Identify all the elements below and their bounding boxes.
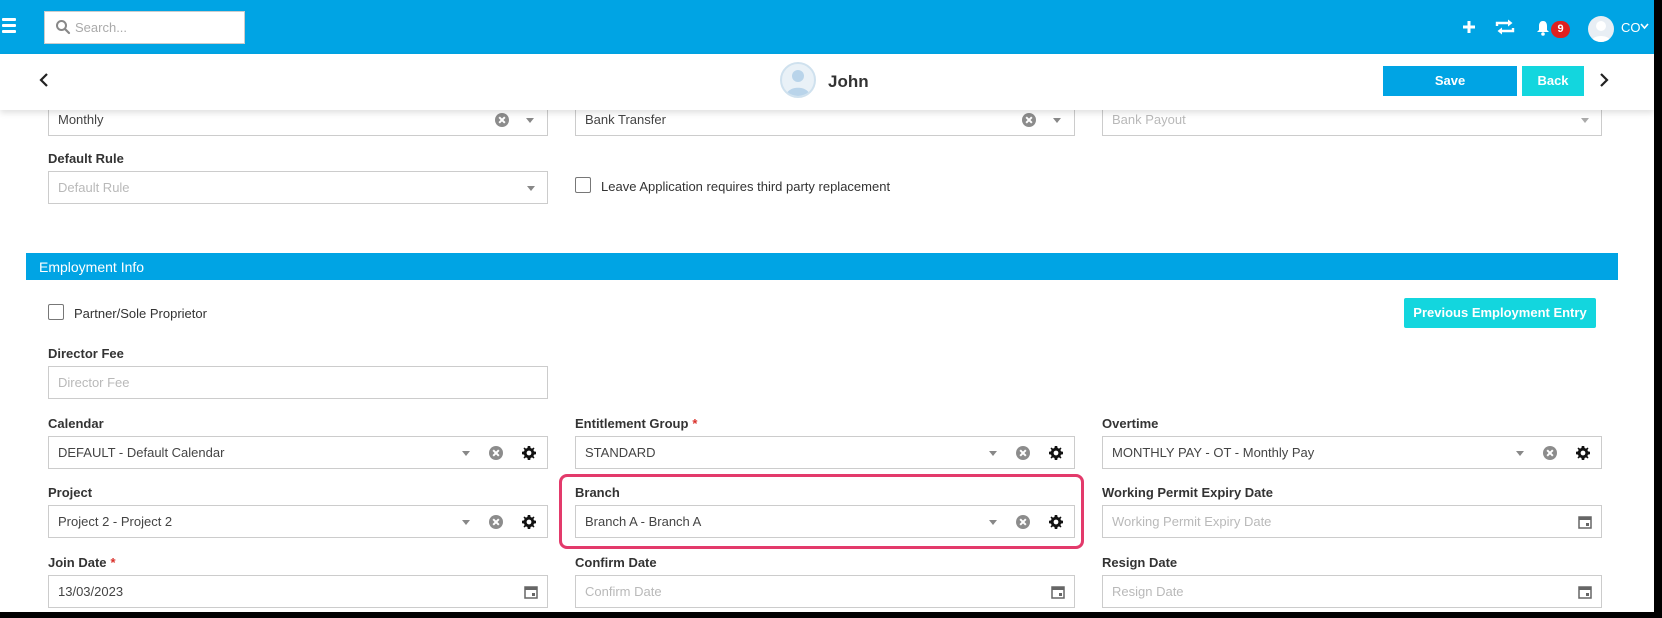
permit-expiry-input[interactable] — [1103, 506, 1601, 537]
project-select[interactable]: Project 2 - Project 2 — [48, 505, 548, 538]
calendar-select[interactable]: DEFAULT - Default Calendar — [48, 436, 548, 469]
overtime-value: MONTHLY PAY - OT - Monthly Pay — [1112, 445, 1315, 460]
chevron-down-icon[interactable] — [1581, 118, 1589, 123]
user-initials[interactable]: CO — [1621, 20, 1641, 35]
chevron-left-icon[interactable] — [38, 72, 50, 88]
save-button[interactable]: Save — [1383, 66, 1517, 96]
clear-icon[interactable] — [489, 515, 503, 529]
join-date-field[interactable]: 13/03/2023 — [48, 575, 548, 608]
project-label: Project — [48, 485, 93, 500]
chevron-down-icon[interactable] — [462, 520, 470, 525]
calendar-label: Calendar — [48, 416, 104, 431]
page-title: John — [828, 72, 869, 91]
calendar-icon[interactable] — [1578, 515, 1592, 529]
clear-icon[interactable] — [1022, 113, 1036, 127]
chevron-down-icon[interactable] — [1053, 118, 1061, 123]
gear-icon[interactable] — [521, 514, 537, 530]
calendar-icon[interactable] — [1051, 585, 1065, 599]
gear-icon[interactable] — [521, 445, 537, 461]
pay-frequency-value: Monthly — [58, 112, 104, 127]
payment-method-value: Bank Transfer — [585, 112, 666, 127]
required-marker: * — [110, 555, 116, 570]
back-button[interactable]: Back — [1522, 66, 1584, 96]
previous-employment-entry-button[interactable]: Previous Employment Entry — [1404, 298, 1596, 328]
director-fee-input[interactable] — [49, 367, 547, 398]
leave-replacement-label: Leave Application requires third party r… — [601, 179, 891, 194]
confirm-date-field[interactable] — [575, 575, 1075, 608]
confirm-date-input[interactable] — [576, 576, 1074, 607]
gear-icon[interactable] — [1575, 445, 1591, 461]
clear-icon[interactable] — [489, 446, 503, 460]
swap-icon[interactable] — [1494, 18, 1516, 36]
chevron-down-icon[interactable] — [526, 118, 534, 123]
required-marker: * — [692, 416, 698, 431]
join-date-value: 13/03/2023 — [58, 584, 124, 599]
default-rule-label: Default Rule — [48, 151, 124, 166]
partner-label: Partner/Sole Proprietor — [74, 306, 207, 321]
join-date-label: Join Date * — [48, 555, 116, 570]
gear-icon[interactable] — [1048, 445, 1064, 461]
record-header: John Save Back — [0, 54, 1654, 110]
entitlement-group-label: Entitlement Group * — [575, 416, 697, 431]
chevron-down-icon[interactable] — [462, 451, 470, 456]
app-window: 9 CO John Save Back — [0, 0, 1654, 612]
plus-icon[interactable] — [1463, 21, 1475, 33]
default-rule-select[interactable]: Default Rule — [48, 171, 548, 204]
top-bar: 9 CO — [0, 0, 1654, 54]
search-icon — [56, 20, 71, 35]
calendar-icon[interactable] — [1578, 585, 1592, 599]
section-title: Employment Info — [39, 259, 145, 275]
resign-date-field[interactable] — [1102, 575, 1602, 608]
director-fee-label: Director Fee — [48, 346, 124, 361]
chevron-right-icon[interactable] — [1598, 72, 1610, 88]
chevron-down-icon[interactable] — [527, 186, 535, 191]
bank-payout-placeholder: Bank Payout — [1112, 112, 1186, 127]
chevron-down-icon[interactable] — [1640, 22, 1649, 30]
employment-info-section-header[interactable]: Employment Info — [26, 253, 1618, 280]
branch-highlight-box — [559, 474, 1084, 549]
bell-icon[interactable] — [1536, 20, 1550, 36]
confirm-date-label: Confirm Date — [575, 555, 657, 570]
leave-replacement-checkbox[interactable] — [575, 177, 591, 193]
search-box[interactable] — [44, 11, 245, 44]
director-fee-field[interactable] — [48, 366, 548, 399]
notification-badge: 9 — [1551, 21, 1570, 38]
project-value: Project 2 - Project 2 — [58, 514, 173, 529]
avatar-icon — [786, 70, 810, 96]
entitlement-group-select[interactable]: STANDARD — [575, 436, 1075, 469]
user-avatar[interactable] — [1588, 16, 1614, 42]
search-input[interactable] — [75, 12, 240, 43]
clear-icon[interactable] — [1016, 446, 1030, 460]
calendar-value: DEFAULT - Default Calendar — [58, 445, 225, 460]
entitlement-group-value: STANDARD — [585, 445, 656, 460]
entitlement-group-label-text: Entitlement Group — [575, 416, 689, 431]
hamburger-icon[interactable] — [2, 18, 16, 33]
overtime-select[interactable]: MONTHLY PAY - OT - Monthly Pay — [1102, 436, 1602, 469]
employee-avatar — [780, 62, 816, 98]
clear-icon[interactable] — [495, 113, 509, 127]
form-content: Monthly Bank Transfer Bank Payout Defaul… — [0, 103, 1654, 612]
overtime-label: Overtime — [1102, 416, 1159, 431]
partner-checkbox[interactable] — [48, 304, 64, 320]
permit-expiry-field[interactable] — [1102, 505, 1602, 538]
chevron-down-icon[interactable] — [1516, 451, 1524, 456]
calendar-icon[interactable] — [524, 585, 538, 599]
clear-icon[interactable] — [1543, 446, 1557, 460]
permit-expiry-label: Working Permit Expiry Date — [1102, 485, 1273, 500]
window-edge — [1654, 0, 1662, 618]
avatar-icon — [1591, 21, 1611, 42]
resign-date-label: Resign Date — [1102, 555, 1178, 570]
resign-date-input[interactable] — [1103, 576, 1601, 607]
chevron-down-icon[interactable] — [989, 451, 997, 456]
join-date-label-text: Join Date — [48, 555, 107, 570]
default-rule-placeholder: Default Rule — [58, 180, 130, 195]
